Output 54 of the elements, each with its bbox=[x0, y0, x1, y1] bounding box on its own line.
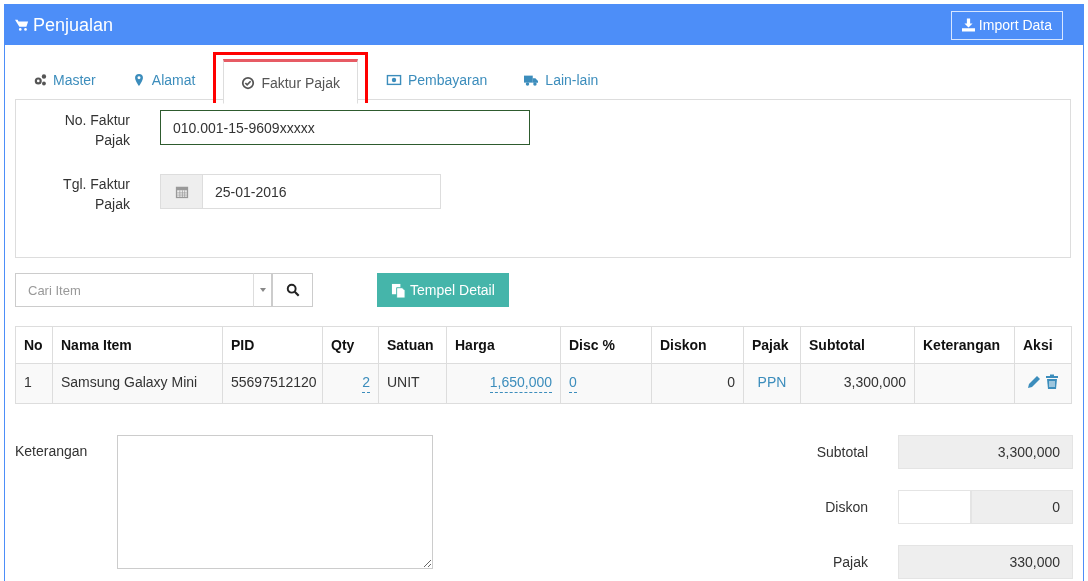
search-icon bbox=[285, 283, 300, 297]
copy-icon bbox=[391, 282, 406, 298]
table-cell: 0 bbox=[727, 374, 735, 390]
search-button[interactable] bbox=[272, 273, 313, 307]
field-label: Tgl. Faktur Pajak bbox=[62, 175, 130, 214]
column-header: Disc % bbox=[560, 326, 652, 364]
total-label: Diskon bbox=[824, 499, 868, 515]
column-header: Diskon bbox=[651, 326, 744, 364]
total-label: Subtotal bbox=[815, 444, 868, 460]
total-label: Pajak bbox=[831, 554, 868, 570]
trash-icon bbox=[1044, 374, 1060, 390]
table-cell: 3,300,000 bbox=[843, 374, 906, 390]
notes-field[interactable] bbox=[117, 435, 434, 569]
editable-value[interactable]: 0 bbox=[569, 374, 577, 393]
import-data-button[interactable]: Import Data bbox=[950, 10, 1063, 40]
table-cell: 55697512120 bbox=[231, 374, 317, 390]
money-icon bbox=[385, 72, 402, 87]
column-header: No bbox=[15, 326, 53, 364]
editable-value[interactable]: 2 bbox=[362, 374, 370, 393]
total-value: 0 bbox=[972, 490, 1073, 524]
discount-field[interactable] bbox=[898, 490, 972, 524]
tab[interactable]: Lain-lain bbox=[505, 58, 617, 100]
column-header: Aksi bbox=[1014, 326, 1072, 364]
download-icon bbox=[961, 18, 975, 32]
field-label: No. Faktur Pajak bbox=[63, 111, 130, 150]
gears-icon bbox=[33, 72, 47, 87]
column-header: Satuan bbox=[378, 326, 447, 364]
caret-icon bbox=[258, 286, 267, 294]
tab[interactable]: Master bbox=[15, 58, 114, 100]
column-header: Subtotal bbox=[800, 326, 915, 364]
table-cell: 1 bbox=[24, 374, 32, 390]
column-header: Qty bbox=[322, 326, 379, 364]
paste-detail-button[interactable]: Tempel Detail bbox=[377, 273, 509, 307]
column-header: Nama Item bbox=[52, 326, 223, 364]
cart-icon bbox=[15, 18, 29, 32]
tab[interactable]: Faktur Pajak bbox=[223, 59, 358, 104]
column-header: Keterangan bbox=[914, 326, 1015, 364]
date-field[interactable]: 25-01-2016 bbox=[202, 174, 441, 209]
tab[interactable]: Alamat bbox=[113, 58, 214, 100]
check-circle-icon bbox=[241, 75, 256, 90]
total-value: 3,300,000 bbox=[898, 435, 1073, 469]
table-cell: Samsung Galaxy Mini bbox=[61, 374, 198, 390]
notes-label: Keterangan bbox=[15, 442, 88, 461]
total-value: 330,000 bbox=[898, 545, 1073, 579]
tab[interactable]: Pembayaran bbox=[367, 58, 506, 100]
column-header: Harga bbox=[446, 326, 561, 364]
pencil-icon bbox=[1026, 374, 1042, 390]
item-search-field[interactable]: Cari Item bbox=[15, 273, 254, 307]
calendar-icon bbox=[174, 184, 189, 199]
page-title: Penjualan bbox=[15, 14, 114, 36]
table-cell: UNIT bbox=[387, 374, 420, 390]
column-header: PID bbox=[222, 326, 323, 364]
column-header: Pajak bbox=[743, 326, 801, 364]
tax-invoice-number-field[interactable]: 010.001-15-9609xxxxx bbox=[160, 110, 530, 145]
